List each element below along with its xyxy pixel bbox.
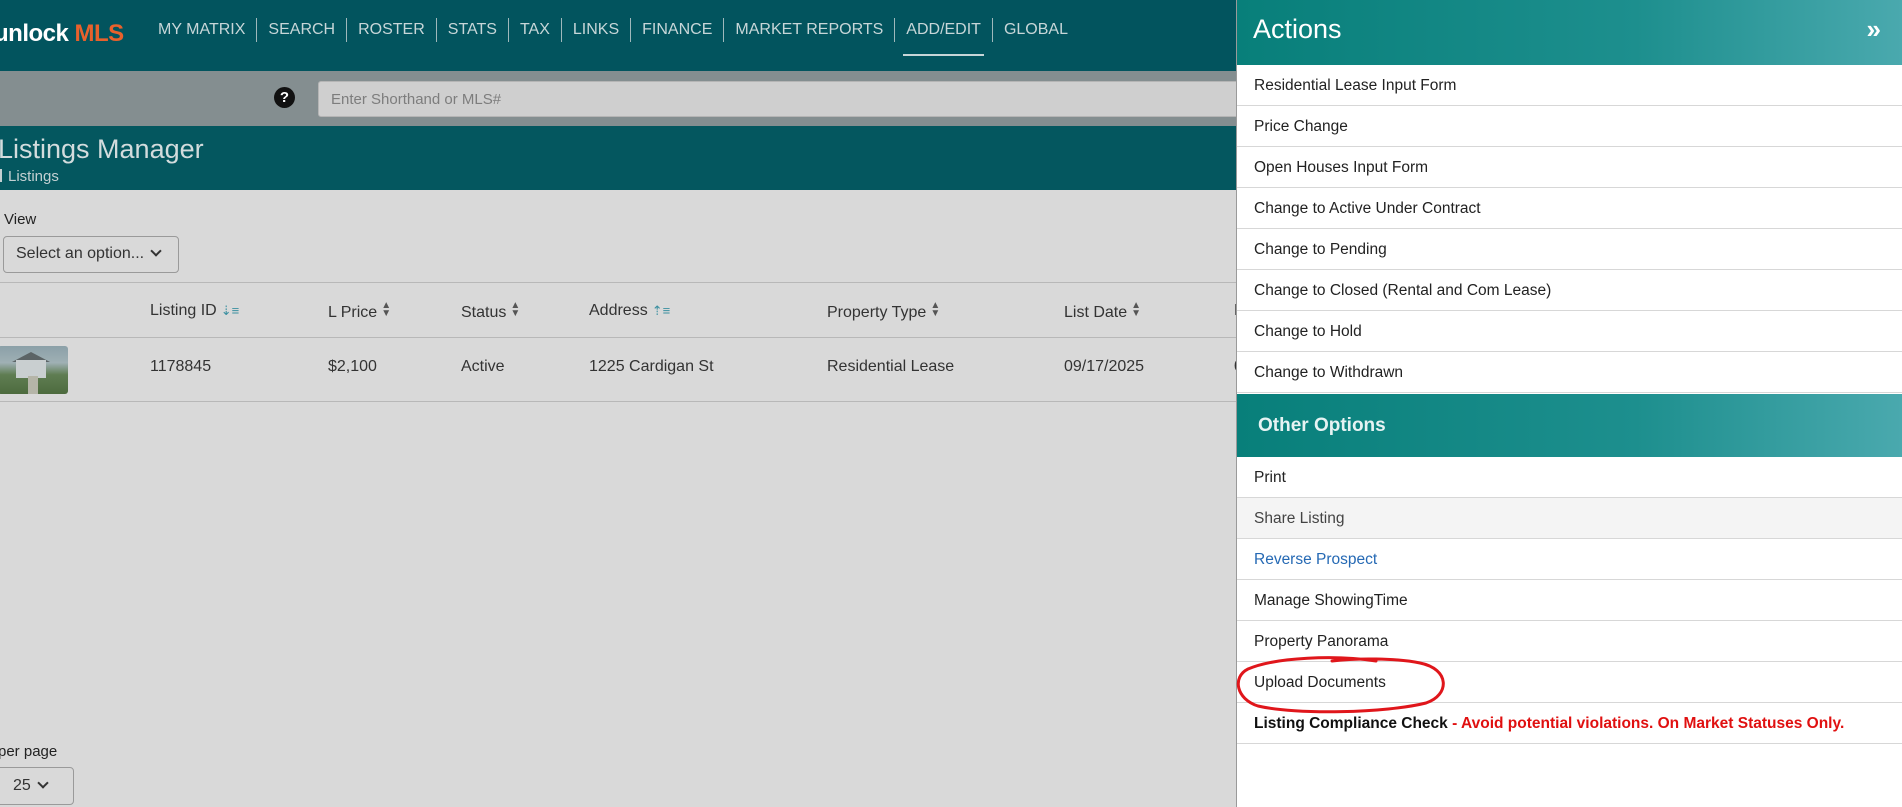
- nav-item-search[interactable]: SEARCH: [257, 18, 348, 42]
- per-page-select[interactable]: 25: [0, 767, 74, 805]
- cell-l-price: $2,100: [328, 358, 377, 375]
- sort-ascending-icon: ⇡≡: [651, 303, 671, 318]
- column-label: Property Type: [827, 304, 927, 321]
- view-select[interactable]: Select an option...: [3, 236, 179, 273]
- chevron-down-icon: [150, 245, 162, 257]
- column-header-list-date[interactable]: List Date ▲ ▼: [1064, 300, 1142, 322]
- nav-item-finance[interactable]: FINANCE: [631, 18, 725, 42]
- nav-item-global[interactable]: GLOBAL: [993, 18, 1079, 42]
- table-header: Listing ID ⇣≡ L Price ▲ ▼ Status ▲ ▼ Address ⇡…: [0, 282, 1253, 338]
- table-row[interactable]: 1178845 $2,100 Active 1225 Cardigan St R…: [0, 338, 1252, 402]
- cell-list-date: 09/17/2025: [1064, 358, 1145, 375]
- other-options-header: Other Options: [1237, 394, 1902, 457]
- view-select-value: Select an option...: [16, 245, 145, 262]
- column-label: Address: [589, 302, 648, 319]
- help-icon[interactable]: ?: [274, 87, 295, 108]
- per-page-label: per page: [0, 743, 58, 760]
- nav-item-add-edit[interactable]: ADD/EDIT: [895, 18, 993, 56]
- column-header-address[interactable]: Address ⇡≡: [589, 302, 670, 320]
- action-price-change[interactable]: Price Change: [1237, 106, 1902, 147]
- option-property-panorama[interactable]: Property Panorama: [1237, 621, 1902, 662]
- walkway-shape: [28, 376, 38, 394]
- sort-icon: ▲ ▼: [381, 300, 392, 319]
- actions-list: Residential Lease Input Form Price Chang…: [1237, 65, 1902, 393]
- action-change-to-withdrawn[interactable]: Change to Withdrawn: [1237, 352, 1902, 393]
- compliance-warning: - Avoid potential violations. On Market …: [1447, 715, 1845, 732]
- page-title: Listings Manager: [0, 134, 204, 164]
- nav-item-tax[interactable]: TAX: [509, 18, 562, 42]
- column-header-status[interactable]: Status ▲ ▼: [461, 300, 521, 322]
- logo[interactable]: unlock MLS: [0, 20, 124, 48]
- cell-listing-id[interactable]: 1178845: [150, 358, 211, 376]
- nav-item-links[interactable]: LINKS: [562, 18, 632, 42]
- column-label: Listing ID: [150, 302, 217, 319]
- collapse-panel-icon[interactable]: »: [1867, 16, 1881, 42]
- column-header-listing-id[interactable]: Listing ID ⇣≡: [150, 302, 239, 320]
- nav-item-my-matrix[interactable]: MY MATRIX: [147, 18, 258, 42]
- logo-text-main: unlock: [0, 20, 75, 47]
- actions-panel-header: Actions »: [1237, 0, 1902, 65]
- page-subtitle: Listings: [0, 168, 59, 185]
- cell-property-type: Residential Lease: [827, 358, 955, 375]
- sort-descending-icon: ⇣≡: [220, 303, 240, 318]
- option-share-listing[interactable]: Share Listing: [1237, 498, 1902, 539]
- logo-text-accent: MLS: [74, 20, 125, 47]
- nav-item-roster[interactable]: ROSTER: [347, 18, 437, 42]
- action-change-to-active-under-contract[interactable]: Change to Active Under Contract: [1237, 188, 1902, 229]
- nav-item-stats[interactable]: STATS: [437, 18, 509, 42]
- shorthand-search-input[interactable]: [318, 81, 1318, 117]
- listing-photo-thumbnail[interactable]: [0, 346, 68, 394]
- actions-panel-title: Actions: [1253, 14, 1342, 44]
- action-change-to-pending[interactable]: Change to Pending: [1237, 229, 1902, 270]
- other-options-list: Print Share Listing Reverse Prospect Man…: [1237, 457, 1902, 744]
- sort-icon: ▲ ▼: [1131, 300, 1142, 319]
- column-label: L Price: [328, 304, 378, 321]
- option-reverse-prospect[interactable]: Reverse Prospect: [1237, 539, 1902, 580]
- sort-icon: ▲ ▼: [510, 300, 521, 319]
- other-options-title: Other Options: [1258, 415, 1386, 436]
- cell-status: Active: [461, 358, 505, 375]
- per-page-value: 25: [13, 777, 31, 794]
- option-upload-documents[interactable]: Upload Documents: [1237, 662, 1902, 703]
- sort-icon: ▲ ▼: [930, 300, 941, 319]
- column-label: List Date: [1064, 304, 1128, 321]
- column-header-property-type[interactable]: Property Type ▲ ▼: [827, 300, 941, 322]
- action-change-to-hold[interactable]: Change to Hold: [1237, 311, 1902, 352]
- column-header-l-price[interactable]: L Price ▲ ▼: [328, 300, 392, 322]
- column-label: Status: [461, 304, 507, 321]
- option-listing-compliance-check[interactable]: Listing Compliance Check - Avoid potenti…: [1237, 703, 1902, 744]
- option-manage-showingtime[interactable]: Manage ShowingTime: [1237, 580, 1902, 621]
- chevron-down-icon: [37, 777, 49, 789]
- action-residential-lease-input-form[interactable]: Residential Lease Input Form: [1237, 65, 1902, 106]
- action-change-to-closed[interactable]: Change to Closed (Rental and Com Lease): [1237, 270, 1902, 311]
- compliance-label: Listing Compliance Check: [1254, 715, 1448, 732]
- view-label: View: [4, 211, 37, 228]
- option-print[interactable]: Print: [1237, 457, 1902, 498]
- nav-item-market-reports[interactable]: MARKET REPORTS: [724, 18, 896, 42]
- cell-address: 1225 Cardigan St: [589, 358, 714, 375]
- action-open-houses-input-form[interactable]: Open Houses Input Form: [1237, 147, 1902, 188]
- main-menu: MY MATRIX SEARCH ROSTER STATS TAX LINKS …: [147, 18, 1079, 56]
- actions-panel: Actions » Residential Lease Input Form P…: [1236, 0, 1902, 807]
